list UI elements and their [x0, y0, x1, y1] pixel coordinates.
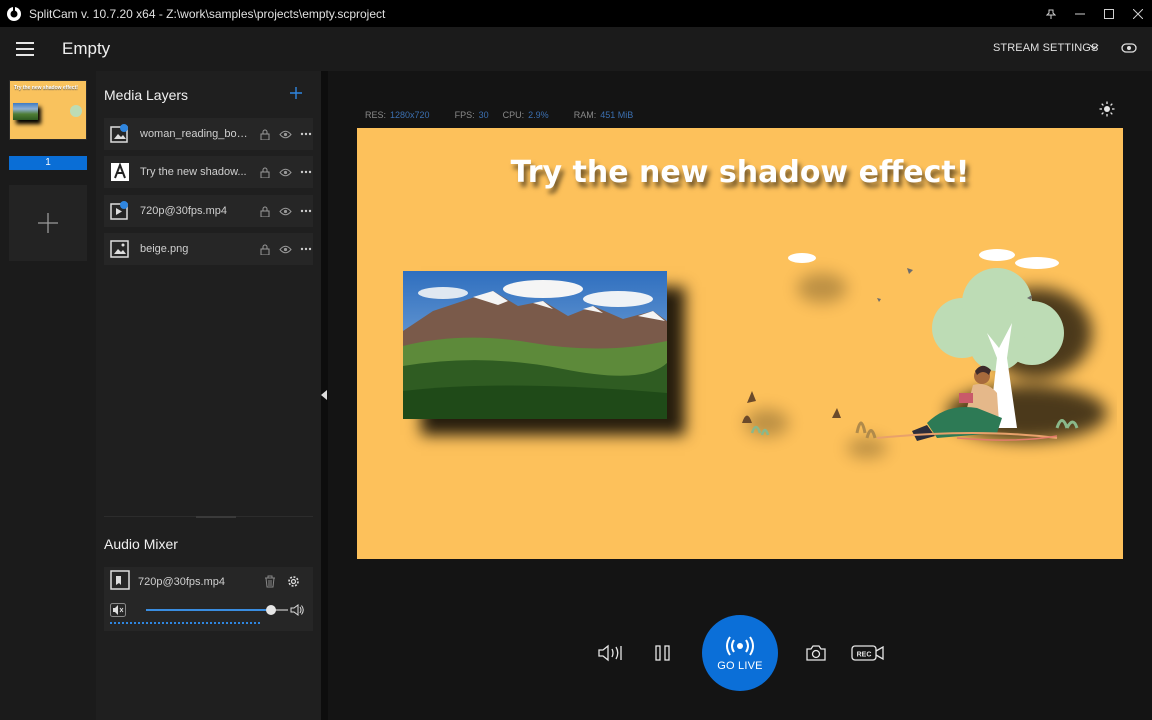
media-layers-title: Media Layers — [104, 87, 189, 103]
mountain-landscape-image — [403, 271, 667, 419]
scene-number[interactable]: 1 — [9, 156, 87, 170]
eye-icon[interactable] — [279, 127, 293, 141]
more-options-icon[interactable] — [299, 242, 313, 256]
maximize-icon — [1103, 8, 1114, 19]
video-audio-source-icon — [110, 570, 130, 590]
fps-label: FPS: — [454, 110, 475, 120]
camera-icon — [806, 645, 826, 661]
audio-mixer-row: 720p@30fps.mp4 — [104, 567, 313, 631]
splitcam-logo-icon — [7, 5, 21, 21]
gear-icon[interactable] — [287, 575, 300, 588]
panel-resize-grip[interactable] — [196, 516, 236, 518]
rec-badge-text: REC — [857, 652, 872, 659]
speaker-volume-icon — [598, 644, 622, 662]
trash-icon[interactable] — [264, 575, 276, 588]
scene-thumbnail-photo — [13, 103, 38, 120]
res-label: RES: — [365, 110, 387, 120]
volume-slider-fill[interactable] — [146, 609, 286, 611]
pause-button[interactable] — [650, 640, 676, 666]
chevron-down-icon[interactable] — [1088, 41, 1100, 53]
text-layer-icon — [110, 162, 130, 182]
fps-value: 30 — [478, 110, 489, 120]
preview-headline: Try the new shadow effect! — [510, 155, 970, 190]
layer-name: 720p@30fps.mp4 — [140, 205, 228, 217]
cpu-label: CPU: — [502, 110, 525, 120]
minimize-button[interactable] — [1065, 0, 1094, 27]
layer-row[interactable]: Try the new shadow... — [104, 156, 313, 188]
audio-level-meter — [110, 622, 260, 624]
res-value: 1280x720 — [390, 110, 430, 120]
scene-thumbnail-text: Try the new shadow effect! — [14, 85, 78, 91]
speaker-icon[interactable] — [290, 604, 304, 616]
audio-source-name: 720p@30fps.mp4 — [138, 576, 226, 588]
more-options-icon[interactable] — [299, 204, 313, 218]
ram-value: 451 MiB — [600, 110, 634, 120]
record-button[interactable]: REC — [850, 640, 886, 666]
more-options-icon[interactable] — [299, 165, 313, 179]
pause-icon — [655, 645, 670, 661]
layer-row[interactable]: 720p@30fps.mp4 — [104, 195, 313, 227]
more-options-icon[interactable] — [299, 127, 313, 141]
cpu-value: 2.9% — [528, 110, 549, 120]
layer-name: beige.png — [140, 243, 189, 255]
layer-name: woman_reading_boo... — [140, 128, 252, 140]
maximize-button[interactable] — [1094, 0, 1123, 27]
pin-icon — [1045, 9, 1056, 19]
add-layer-plus-icon[interactable] — [290, 87, 302, 99]
app-header: Empty STREAM SETTINGS — [0, 27, 1152, 71]
audio-toggle-button[interactable] — [596, 640, 626, 666]
audio-mixer-title: Audio Mixer — [104, 536, 178, 552]
minimize-icon — [1074, 13, 1085, 14]
eye-icon[interactable] — [279, 242, 293, 256]
scene-thumbnail-tree — [70, 105, 82, 117]
plus-icon — [38, 213, 58, 233]
woman-reading-illustration — [742, 249, 1107, 458]
eye-icon[interactable] — [279, 204, 293, 218]
stats-bar: RES: 1280x720 FPS: 30 CPU: 2.9% RAM: 451 MiB — [365, 110, 633, 120]
pin-button[interactable] — [1036, 0, 1065, 27]
lock-icon[interactable] — [258, 242, 272, 256]
collapse-panel-arrow-icon[interactable] — [321, 390, 327, 400]
project-title: Empty — [62, 39, 111, 58]
mountain-video-layer[interactable] — [403, 271, 667, 419]
close-button[interactable] — [1123, 0, 1152, 27]
record-icon: REC — [851, 645, 884, 661]
go-live-button[interactable]: GO LIVE — [702, 615, 778, 691]
scenes-panel: Try the new shadow effect! 1 — [0, 71, 96, 720]
layer-name: Try the new shadow... — [140, 166, 247, 178]
video-layer-icon — [110, 201, 130, 221]
close-icon — [1132, 8, 1143, 19]
menu-icon[interactable] — [16, 42, 34, 56]
volume-slider-handle[interactable] — [266, 605, 276, 615]
layers-panel: Media Layers woman_reading_boo... Try th… — [96, 71, 321, 720]
preview-canvas[interactable]: Try the new shadow effect! — [357, 128, 1123, 559]
window-title: SplitCam v. 10.7.20 x64 - Z:\work\sample… — [29, 6, 386, 21]
lock-icon[interactable] — [258, 204, 272, 218]
stream-settings-button[interactable]: STREAM SETTINGS — [993, 42, 1098, 54]
lock-icon[interactable] — [258, 127, 272, 141]
image-layer-icon — [110, 239, 130, 259]
layer-row[interactable]: beige.png — [104, 233, 313, 265]
eye-icon[interactable] — [279, 165, 293, 179]
brightness-icon[interactable] — [1099, 101, 1115, 117]
lock-icon[interactable] — [258, 165, 272, 179]
add-scene-button[interactable] — [9, 185, 87, 261]
ram-label: RAM: — [573, 110, 597, 120]
scene-thumbnail[interactable]: Try the new shadow effect! — [9, 80, 87, 140]
title-bar: SplitCam v. 10.7.20 x64 - Z:\work\sample… — [0, 0, 1152, 27]
mute-icon[interactable] — [110, 603, 126, 617]
layer-row[interactable]: woman_reading_boo... — [104, 118, 313, 150]
go-live-label: GO LIVE — [717, 659, 763, 672]
link-icon[interactable] — [1121, 41, 1137, 55]
snapshot-button[interactable] — [802, 640, 830, 666]
image-sequence-icon — [110, 124, 130, 144]
broadcast-icon — [726, 635, 754, 656]
